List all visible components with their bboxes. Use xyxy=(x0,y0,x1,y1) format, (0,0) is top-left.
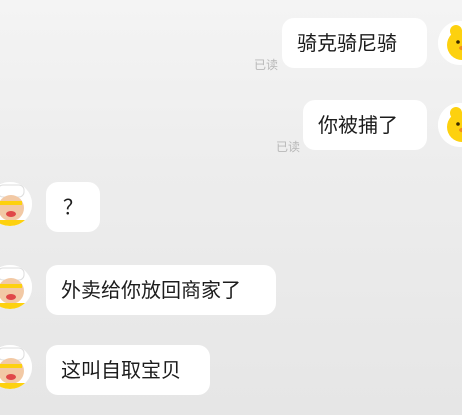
read-status: 已读 xyxy=(254,58,279,72)
message-row-outgoing: 已读 骑克骑尼骑 xyxy=(0,14,462,74)
message-bubble[interactable]: 这叫自取宝贝 xyxy=(46,345,210,395)
chat-message-list[interactable]: 已读 骑克骑尼骑 已读 你被捕了 ？ 外卖给你放回商家了 这叫自取宝贝 xyxy=(0,0,462,415)
cartoon-chef-icon xyxy=(0,345,32,389)
message-bubble[interactable]: 骑克骑尼骑 xyxy=(282,18,427,68)
read-status: 已读 xyxy=(276,140,301,154)
contact-avatar[interactable] xyxy=(0,182,32,226)
contact-avatar[interactable] xyxy=(0,265,32,309)
contact-avatar[interactable] xyxy=(0,345,32,389)
message-bubble[interactable]: 外卖给你放回商家了 xyxy=(46,265,276,315)
message-row-incoming: 外卖给你放回商家了 xyxy=(0,260,462,320)
yellow-duck-icon xyxy=(438,21,462,65)
message-row-incoming: ？ xyxy=(0,177,462,237)
my-avatar[interactable] xyxy=(438,103,462,147)
message-row-outgoing: 已读 你被捕了 xyxy=(0,96,462,156)
yellow-duck-icon xyxy=(438,103,462,147)
my-avatar[interactable] xyxy=(438,21,462,65)
cartoon-chef-icon xyxy=(0,182,32,226)
message-bubble[interactable]: ？ xyxy=(46,182,100,232)
message-bubble[interactable]: 你被捕了 xyxy=(303,100,427,150)
message-row-incoming: 这叫自取宝贝 xyxy=(0,340,462,400)
cartoon-chef-icon xyxy=(0,265,32,309)
